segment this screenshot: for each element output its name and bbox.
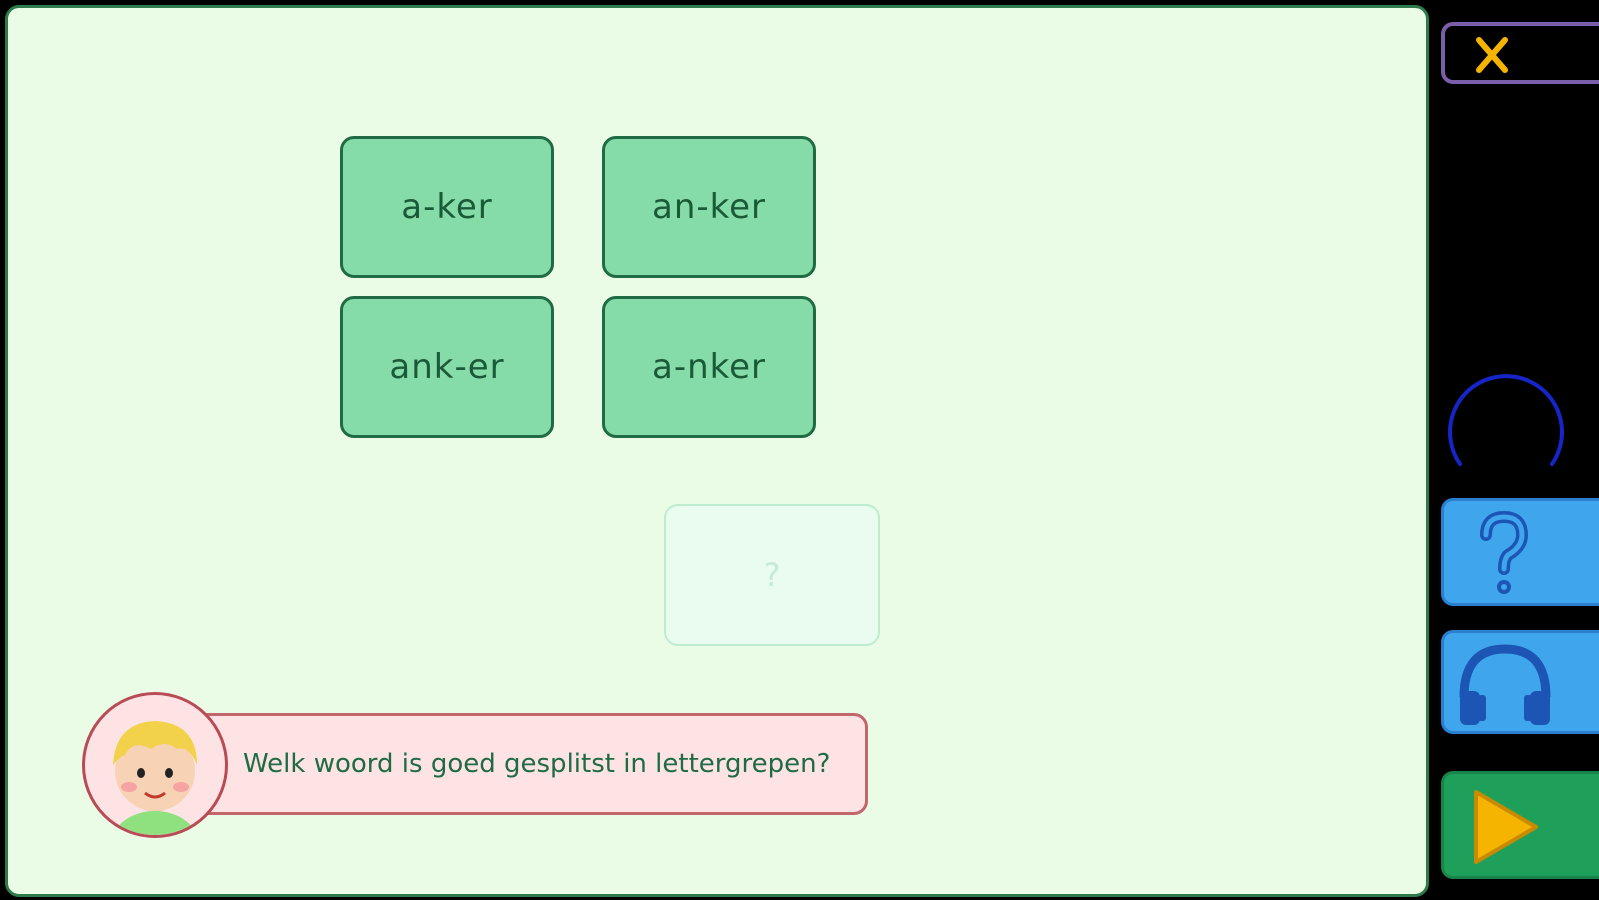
- answer-option-label: a-ker: [401, 187, 493, 227]
- question-speech-bubble: Welk woord is goed gesplitst in lettergr…: [194, 713, 868, 815]
- answer-option-1[interactable]: a-ker: [340, 136, 554, 278]
- app-stage: a-ker an-ker ank-er a-nker ? Welk woord …: [0, 0, 1599, 900]
- answer-option-label: a-nker: [651, 347, 767, 387]
- tutor-avatar: [82, 692, 228, 838]
- exercise-panel: a-ker an-ker ank-er a-nker ? Welk woord …: [5, 5, 1429, 897]
- audio-button[interactable]: [1441, 630, 1599, 734]
- answer-option-label: an-ker: [651, 187, 767, 227]
- answer-option-2[interactable]: an-ker: [602, 136, 816, 278]
- close-button[interactable]: [1441, 22, 1599, 84]
- loading-spinner-icon: [1448, 374, 1564, 466]
- close-icon: [1476, 37, 1508, 73]
- help-button[interactable]: [1441, 498, 1599, 606]
- answer-option-label: ank-er: [389, 347, 505, 387]
- drop-slot-placeholder: ?: [763, 556, 781, 594]
- question-text: Welk woord is goed gesplitst in lettergr…: [243, 749, 831, 779]
- question-mark-icon: [1480, 510, 1529, 594]
- next-button[interactable]: [1441, 771, 1599, 879]
- boy-avatar-icon: [112, 721, 198, 835]
- answer-drop-slot[interactable]: ?: [664, 504, 880, 646]
- answer-option-3[interactable]: ank-er: [340, 296, 554, 438]
- play-icon: [1474, 790, 1538, 864]
- headphones-icon: [1459, 644, 1551, 725]
- answer-option-4[interactable]: a-nker: [602, 296, 816, 438]
